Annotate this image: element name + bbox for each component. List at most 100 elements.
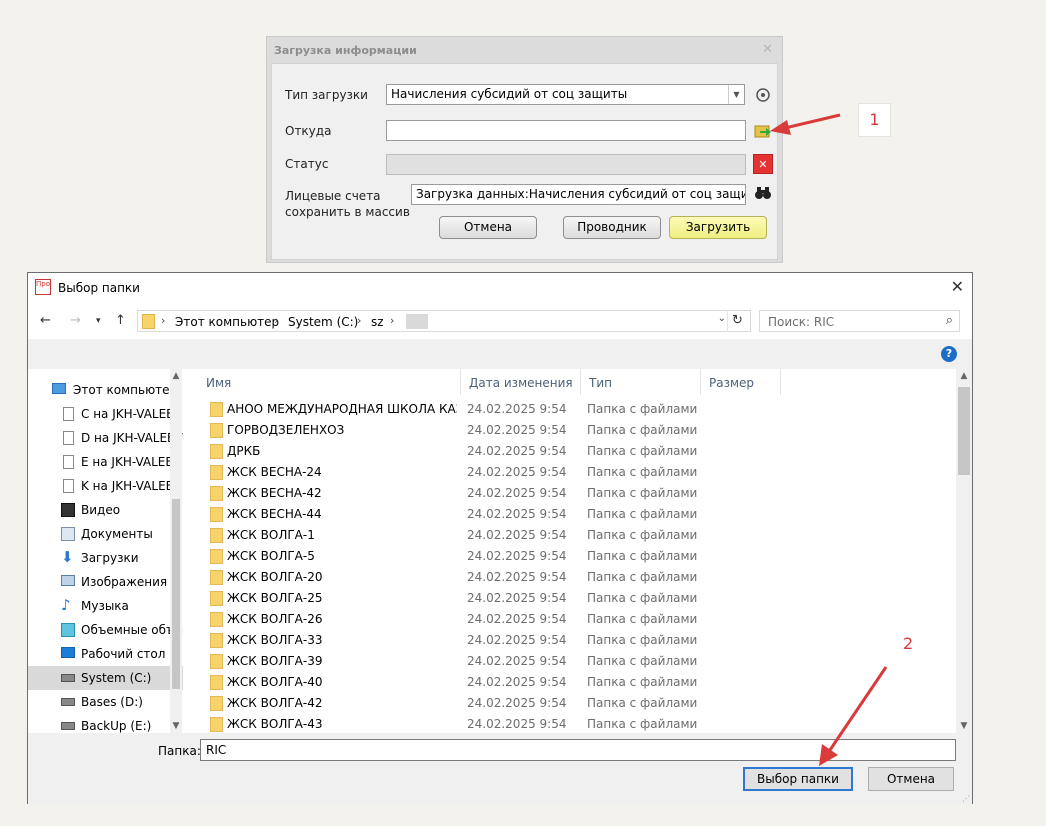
settings-icon[interactable] — [753, 85, 773, 105]
from-label: Откуда — [285, 124, 332, 138]
file-list-scrollbar-thumb[interactable] — [958, 387, 970, 475]
breadcrumb-this-pc[interactable]: Этот компьютер — [175, 315, 279, 329]
chevron-right-icon[interactable]: › — [161, 314, 165, 327]
table-row[interactable]: ЖСК ВОЛГА-43 24.02.2025 9:54 Папка с фай… — [198, 714, 956, 733]
pictures-icon — [61, 575, 75, 586]
chevron-right-icon[interactable]: › — [274, 314, 278, 327]
desktop-icon — [61, 647, 75, 658]
explorer-button[interactable]: Проводник — [563, 216, 661, 239]
nav-drive-c-network[interactable]: C на JKH-VALEEV — [28, 402, 183, 426]
nav-drive-k-network[interactable]: K на JKH-VALEEV — [28, 474, 183, 498]
refresh-icon[interactable]: ↻ — [727, 310, 747, 332]
folder-icon — [210, 507, 223, 522]
nav-desktop[interactable]: Рабочий стол — [28, 642, 183, 666]
breadcrumb-system-c[interactable]: System (C:) — [288, 315, 358, 329]
column-date[interactable]: Дата изменения — [461, 369, 581, 395]
folder-input[interactable]: RIC — [200, 739, 956, 761]
table-row[interactable]: АНОО МЕЖДУНАРОДНАЯ ШКОЛА КАЗАНИ 24.02.20… — [198, 399, 956, 420]
navigation-bar: ← → ▾ ↑ › Этот компьютер › System (C:) ›… — [28, 303, 972, 339]
table-row[interactable]: ГОРВОДЗЕЛЕНХОЗ 24.02.2025 9:54 Папка с ф… — [198, 420, 956, 441]
file-list-scrollbar[interactable]: ▲ ▼ — [956, 369, 972, 733]
forward-arrow-icon[interactable]: → — [70, 313, 81, 328]
nav-this-pc[interactable]: Этот компьютер — [28, 378, 183, 402]
column-name[interactable]: Имя ^ — [198, 369, 461, 395]
music-icon: ♪ — [61, 596, 71, 614]
chevron-right-icon[interactable]: › — [390, 314, 394, 327]
nav-scrollbar-thumb[interactable] — [172, 499, 180, 689]
content-area: Этот компьютер C на JKH-VALEEV D на JKH-… — [28, 369, 972, 733]
downloads-icon: ⬇ — [61, 548, 74, 566]
status-label: Статус — [285, 157, 329, 171]
search-box[interactable]: Поиск: RIC ⌕ — [759, 310, 960, 332]
help-icon[interactable]: ? — [941, 346, 957, 362]
nav-scrollbar[interactable]: ▲ ▼ — [170, 369, 182, 733]
open-folder-icon[interactable] — [753, 121, 773, 141]
type-combo[interactable]: Начисления субсидий от соц защиты ▼ — [386, 84, 745, 105]
accounts-field[interactable]: Загрузка данных:Начисления субсидий от с… — [411, 184, 746, 205]
picker-cancel-button[interactable]: Отмена — [868, 767, 954, 791]
nav-pictures[interactable]: Изображения — [28, 570, 183, 594]
binoculars-icon[interactable] — [753, 183, 773, 203]
back-arrow-icon[interactable]: ← — [40, 313, 51, 328]
resize-grip-icon[interactable]: ⋰ — [962, 794, 970, 803]
nav-downloads[interactable]: ⬇ Загрузки — [28, 546, 183, 570]
picker-titlebar: Про Выбор папки ✕ — [28, 273, 972, 303]
nav-3d-objects[interactable]: Объемные объекты — [28, 618, 183, 642]
folder-icon — [210, 528, 223, 543]
scroll-down-icon[interactable]: ▼ — [170, 721, 182, 731]
column-size[interactable]: Размер — [701, 369, 781, 395]
table-row[interactable]: ЖСК ВЕСНА-42 24.02.2025 9:54 Папка с фай… — [198, 483, 956, 504]
table-row[interactable]: ЖСК ВОЛГА-20 24.02.2025 9:54 Папка с фай… — [198, 567, 956, 588]
network-drive-icon — [63, 431, 74, 445]
nav-drive-e-network[interactable]: E на JKH-VALEEV — [28, 450, 183, 474]
table-row[interactable]: ДРКБ 24.02.2025 9:54 Папка с файлами — [198, 441, 956, 462]
address-bar[interactable]: › Этот компьютер › System (C:) › sz › ⌄ — [137, 310, 751, 332]
column-type[interactable]: Тип — [581, 369, 701, 395]
folder-icon — [210, 675, 223, 690]
chevron-down-icon[interactable]: ▼ — [728, 85, 744, 104]
up-arrow-icon[interactable]: ↑ — [115, 313, 126, 328]
accounts-label-line1: Лицевые счета — [285, 189, 381, 203]
callout-2: 2 — [903, 634, 914, 653]
nav-bases-d[interactable]: Bases (D:) — [28, 690, 183, 714]
nav-backup-e[interactable]: BackUp (E:) — [28, 714, 183, 733]
cancel-button[interactable]: Отмена — [439, 216, 537, 239]
table-row[interactable]: ЖСК ВОЛГА-40 24.02.2025 9:54 Папка с фай… — [198, 672, 956, 693]
nav-video[interactable]: Видео — [28, 498, 183, 522]
folder-picker-dialog: Про Выбор папки ✕ ← → ▾ ↑ › Этот компьют… — [27, 272, 973, 805]
table-row[interactable]: ЖСК ВОЛГА-26 24.02.2025 9:54 Папка с фай… — [198, 609, 956, 630]
scroll-up-icon[interactable]: ▲ — [956, 371, 972, 381]
table-row[interactable]: ЖСК ВЕСНА-44 24.02.2025 9:54 Папка с фай… — [198, 504, 956, 525]
table-row[interactable]: ЖСК ВОЛГА-33 24.02.2025 9:54 Папка с фай… — [198, 630, 956, 651]
table-row[interactable]: ЖСК ВОЛГА-1 24.02.2025 9:54 Папка с файл… — [198, 525, 956, 546]
nav-system-c[interactable]: System (C:) — [28, 666, 183, 690]
picker-footer: Папка: RIC Выбор папки Отмена ⋰ — [28, 733, 972, 805]
table-row[interactable]: ЖСК ВОЛГА-42 24.02.2025 9:54 Папка с фай… — [198, 693, 956, 714]
close-icon[interactable]: ✕ — [762, 42, 773, 57]
nav-drive-d-network[interactable]: D на JKH-VALEEV — [28, 426, 183, 450]
close-icon[interactable]: ✕ — [951, 277, 964, 296]
drive-icon — [61, 698, 75, 706]
nav-music[interactable]: ♪ Музыка — [28, 594, 183, 618]
load-button[interactable]: Загрузить — [669, 216, 767, 239]
table-row[interactable]: ЖСК ВЕСНА-24 24.02.2025 9:54 Папка с фай… — [198, 462, 956, 483]
breadcrumb-sz[interactable]: sz — [371, 315, 384, 329]
table-row[interactable]: ЖСК ВОЛГА-39 24.02.2025 9:54 Папка с фай… — [198, 651, 956, 672]
chevron-right-icon[interactable]: › — [357, 314, 361, 327]
nav-documents[interactable]: Документы — [28, 522, 183, 546]
command-bar: ? — [28, 339, 972, 369]
folder-icon — [210, 612, 223, 627]
documents-icon — [61, 527, 75, 541]
folder-label: Папка: — [158, 744, 201, 758]
table-row[interactable]: ЖСК ВОЛГА-25 24.02.2025 9:54 Папка с фай… — [198, 588, 956, 609]
recent-locations-icon[interactable]: ▾ — [96, 316, 101, 326]
from-field[interactable] — [386, 120, 746, 141]
table-row[interactable]: ЖСК ВОЛГА-5 24.02.2025 9:54 Папка с файл… — [198, 546, 956, 567]
select-folder-button[interactable]: Выбор папки — [743, 767, 853, 791]
scroll-down-icon[interactable]: ▼ — [956, 721, 972, 731]
clear-icon[interactable]: ✕ — [753, 154, 773, 174]
chevron-down-icon[interactable]: ⌄ — [718, 313, 726, 324]
network-drive-icon — [63, 479, 74, 493]
search-icon[interactable]: ⌕ — [946, 313, 953, 328]
scroll-up-icon[interactable]: ▲ — [170, 371, 182, 381]
